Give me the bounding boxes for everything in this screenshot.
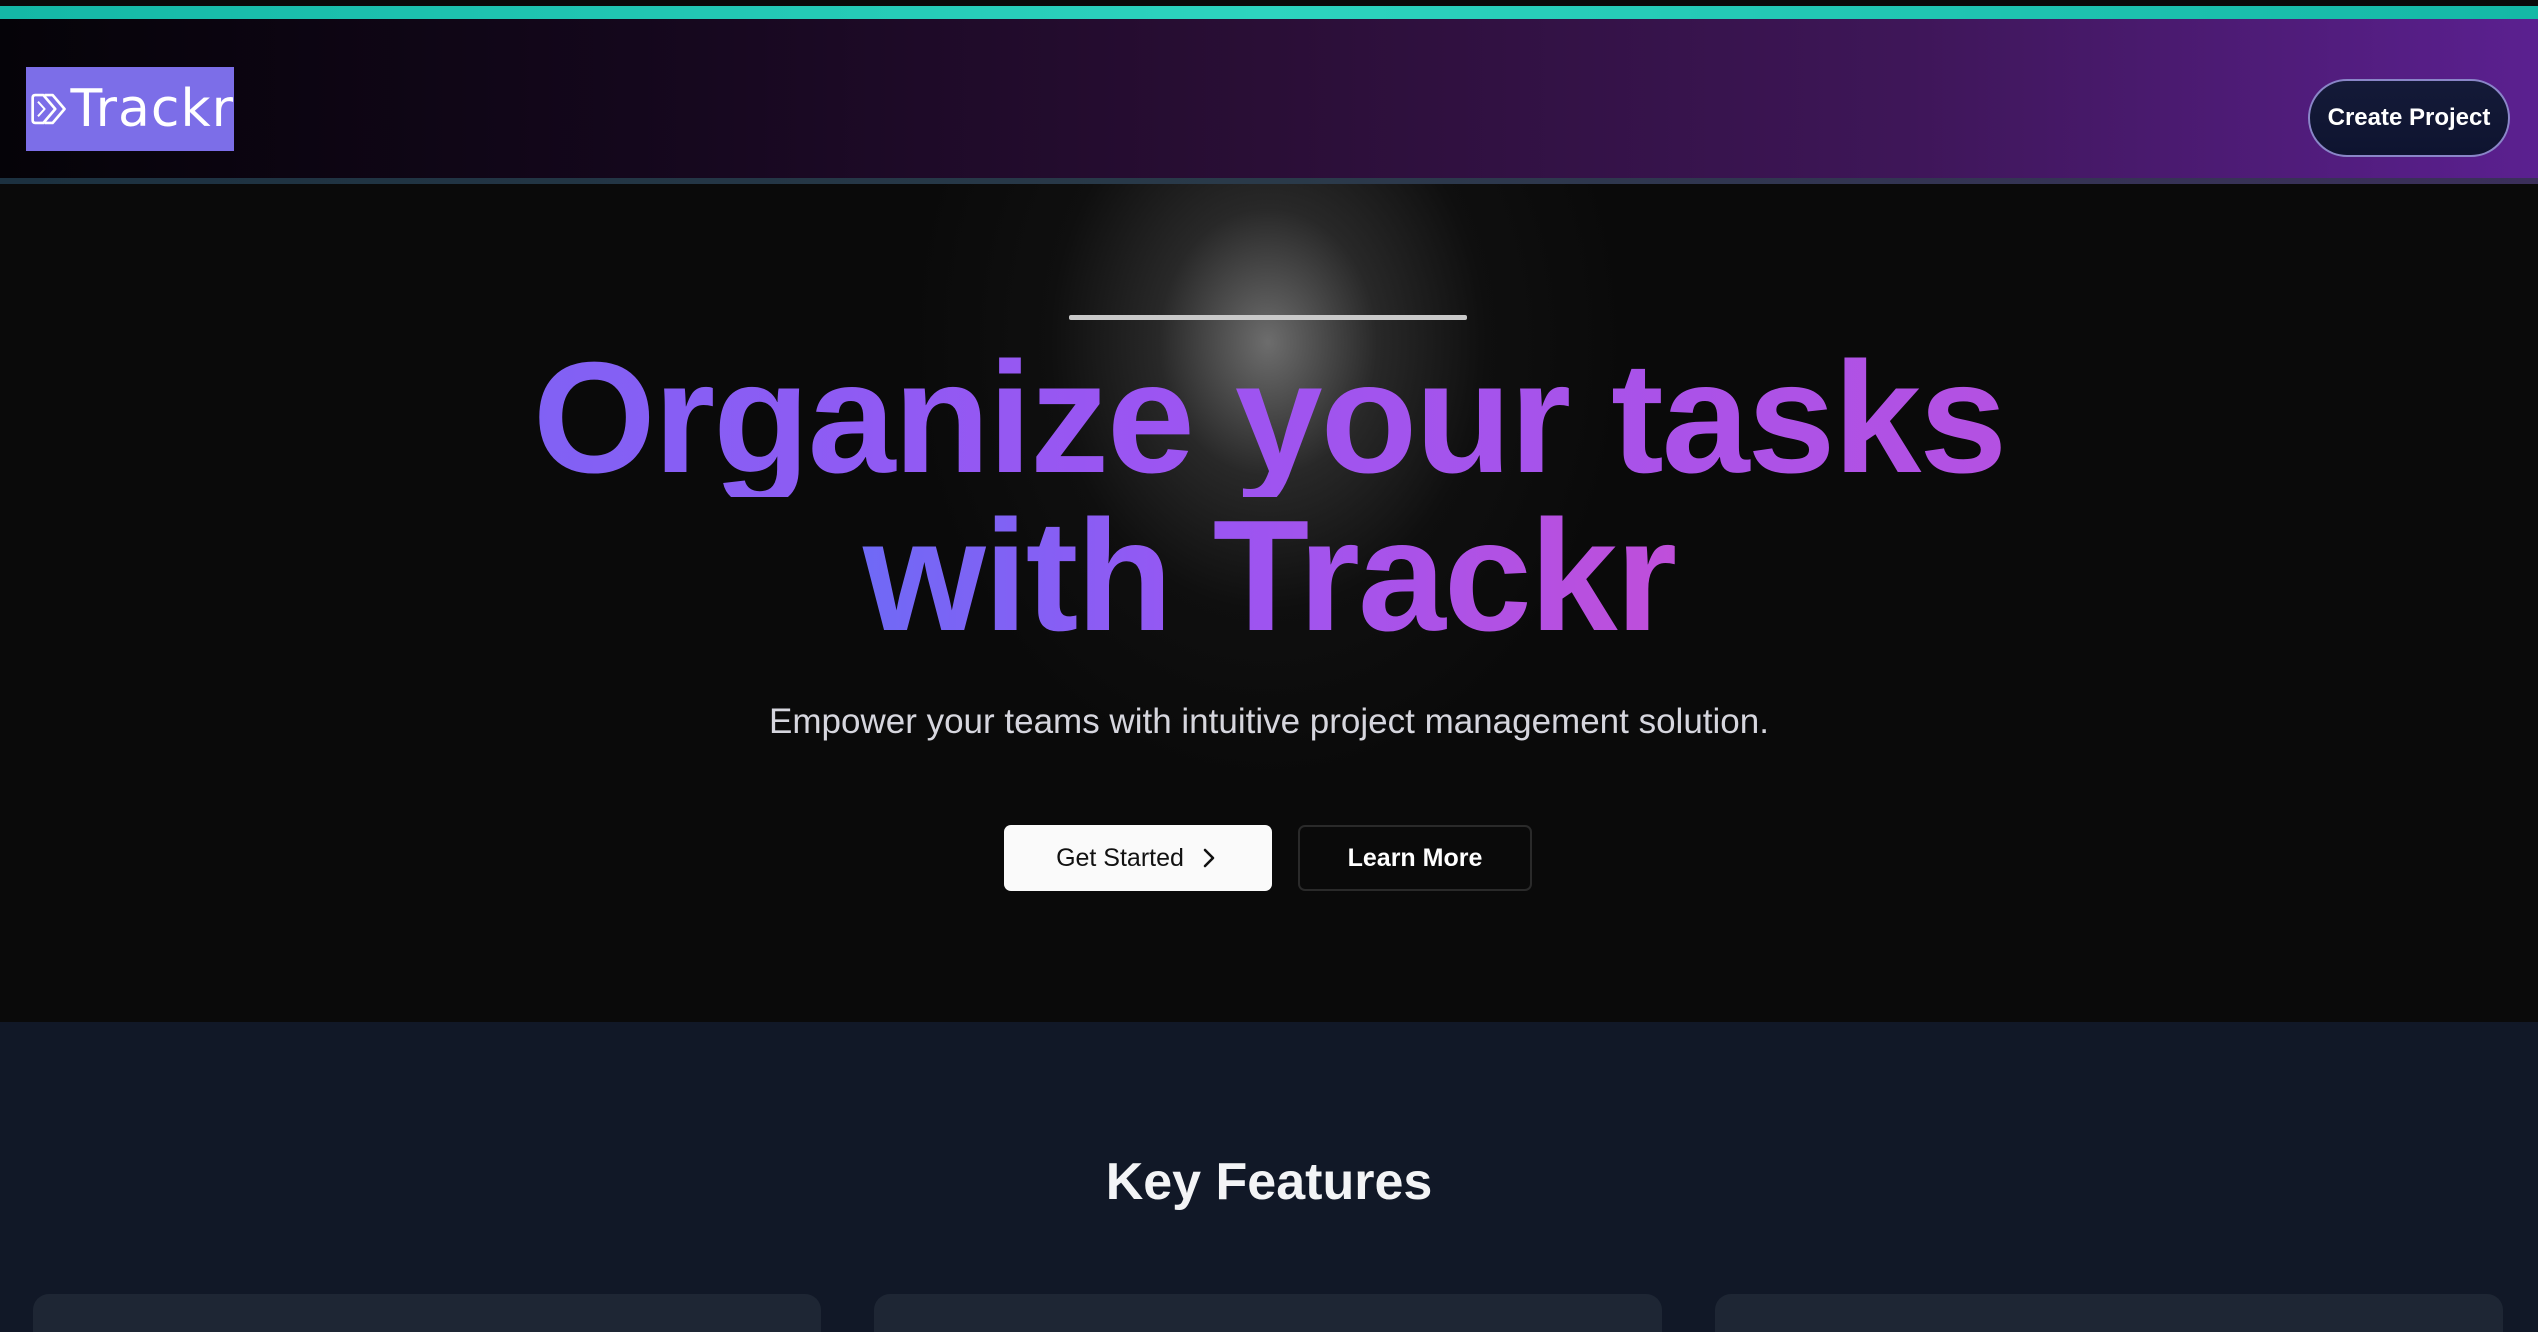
double-chevron-logo-icon	[31, 93, 66, 125]
feature-card	[33, 1294, 821, 1332]
hero-title-word-your: your	[1234, 330, 1570, 506]
features-title: Key Features	[1105, 1153, 1433, 1211]
hero-title-word-tasks: tasks	[1611, 330, 2006, 506]
page: Trackr Create Project Organize your task…	[0, 0, 2538, 1332]
logo-text: Trackr	[70, 79, 234, 139]
hero-subtitle: Empower your teams with intuitive projec…	[769, 702, 1769, 741]
learn-more-button[interactable]: Learn More	[1298, 825, 1532, 891]
top-accent-line	[0, 6, 2538, 19]
lamp-bar	[1069, 315, 1467, 320]
hero-title: Organize your tasks with Trackr	[0, 339, 2538, 655]
hero-title-line-1: Organize your tasks	[0, 339, 2538, 497]
feature-card	[874, 1294, 1662, 1332]
features-section: Key Features	[0, 1022, 2538, 1332]
hero-title-word-organize: Organize	[532, 330, 1193, 506]
hero-title-line-2: with Trackr	[819, 497, 1719, 655]
create-project-button[interactable]: Create Project	[2308, 79, 2510, 157]
get-started-button[interactable]: Get Started	[1004, 825, 1272, 891]
hero-section: Organize your tasks with Trackr Empower …	[0, 184, 2538, 1022]
logo[interactable]: Trackr	[26, 67, 234, 151]
feature-card	[1715, 1294, 2503, 1332]
chevron-right-icon	[1203, 848, 1215, 868]
get-started-label: Get Started	[1056, 843, 1184, 872]
site-header: Trackr Create Project	[0, 19, 2538, 183]
